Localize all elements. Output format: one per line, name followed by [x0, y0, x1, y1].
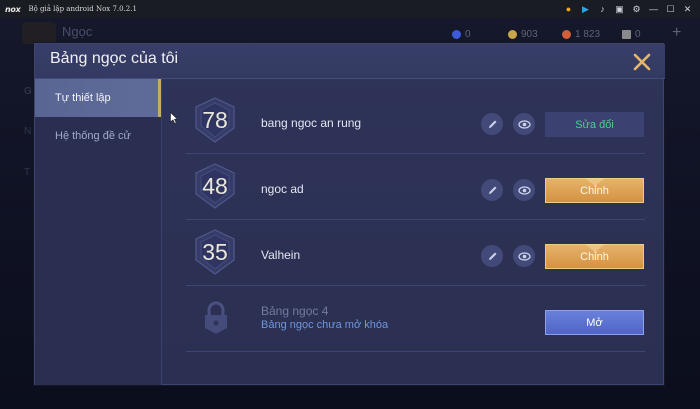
rune-page-row: 35 Valhein Chỉnh [186, 220, 645, 286]
gem-icon [452, 30, 461, 39]
background-text: G [24, 86, 32, 97]
eye-icon [517, 119, 531, 129]
pencil-icon [488, 252, 496, 260]
rune-page-name: bang ngoc an rung [261, 116, 362, 130]
background-title: Ngọc [62, 24, 93, 39]
title-bar: nox Bộ giả lập android Nox 7.0.2.1 ● ▶ ♪… [0, 0, 700, 18]
minimize-icon[interactable]: — [645, 0, 662, 18]
nox-logo: nox [5, 4, 21, 14]
maximize-icon[interactable]: ☐ [662, 0, 679, 18]
resource-value: 903 [521, 29, 538, 40]
background-text: T [24, 167, 31, 178]
resource-gold: 903 [508, 29, 538, 40]
pencil-icon [488, 120, 496, 128]
voucher-icon [562, 30, 571, 39]
close-icon[interactable]: ✕ [679, 0, 696, 18]
mic-icon[interactable]: ♪ [594, 0, 611, 18]
rune-page-row-locked: Bảng ngọc 4 Bảng ngọc chưa mở khóa Mở [186, 286, 645, 352]
resource-ticket: 0 [622, 29, 641, 40]
resource-value: 0 [465, 29, 471, 40]
window-title: Bộ giả lập android Nox 7.0.2.1 [28, 5, 137, 13]
level-number: 35 [202, 239, 228, 265]
adjust-button[interactable]: Chỉnh [545, 178, 644, 203]
adjust-button-label: Chỉnh [580, 250, 609, 263]
unlock-button-label: Mở [586, 316, 603, 329]
level-number: 48 [202, 173, 228, 199]
sidebar-item-recommended[interactable]: Hệ thống đề cử [35, 117, 161, 155]
level-badge: 48 [193, 162, 237, 210]
rename-button[interactable] [481, 179, 503, 201]
level-badge: 78 [193, 96, 237, 144]
sidebar-item-label: Hệ thống đề cử [55, 130, 131, 142]
emulator-window: nox Bộ giả lập android Nox 7.0.2.1 ● ▶ ♪… [0, 0, 700, 409]
rename-button[interactable] [481, 113, 503, 135]
resource-value: 1 823 [575, 29, 601, 40]
level-badge: 35 [193, 228, 237, 276]
add-button[interactable]: + [672, 24, 681, 42]
edit-button[interactable]: Sửa đổi [545, 112, 644, 137]
adjust-button-label: Chỉnh [580, 184, 609, 197]
sidebar-item-label: Tự thiết lập [55, 92, 111, 104]
preview-button[interactable] [513, 245, 535, 267]
background-text: N [24, 126, 32, 137]
rune-page-row: 78 bang ngoc an rung Sửa đổi [186, 88, 645, 154]
preview-button[interactable] [513, 179, 535, 201]
picture-icon[interactable]: ▣ [611, 0, 628, 18]
dialog-header: Bảng ngọc của tôi [35, 44, 665, 79]
rune-page-row: 48 ngoc ad Chỉnh [186, 154, 645, 220]
rename-button[interactable] [481, 245, 503, 267]
game-logo [22, 22, 56, 44]
lock-icon [205, 301, 227, 334]
resource-gems: 0 [452, 29, 471, 40]
eye-icon [517, 185, 531, 195]
gold-icon [508, 30, 517, 39]
sidebar-item-custom[interactable]: Tự thiết lập [35, 79, 161, 117]
mouse-cursor-icon [170, 112, 178, 124]
gear-icon[interactable]: ⚙ [628, 0, 645, 18]
rune-page-name: ngoc ad [261, 182, 304, 196]
resource-voucher: 1 823 [562, 29, 600, 40]
sidebar: Tự thiết lập Hệ thống đề cử [35, 79, 162, 385]
close-icon [633, 53, 651, 71]
rune-page-name: Valhein [261, 248, 301, 262]
rune-pages-dialog: Bảng ngọc của tôi Tự thiết lập Hệ thống … [34, 43, 665, 385]
coin-icon[interactable]: ● [560, 0, 577, 18]
window-controls: ● ▶ ♪ ▣ ⚙ — ☐ ✕ [560, 0, 696, 18]
preview-button[interactable] [513, 113, 535, 135]
play-store-icon[interactable]: ▶ [577, 0, 594, 18]
ticket-icon [622, 30, 631, 39]
pencil-icon [488, 186, 496, 194]
rune-page-name: Bảng ngọc 4 [261, 304, 329, 318]
locked-status: Bảng ngọc chưa mở khóa [261, 319, 389, 331]
eye-icon [517, 251, 531, 261]
edit-button-label: Sửa đổi [575, 118, 614, 131]
unlock-button[interactable]: Mở [545, 310, 644, 335]
level-number: 78 [202, 107, 228, 133]
close-button[interactable] [631, 51, 653, 73]
dialog-title: Bảng ngọc của tôi [50, 50, 179, 67]
resource-value: 0 [635, 29, 641, 40]
adjust-button[interactable]: Chỉnh [545, 244, 644, 269]
